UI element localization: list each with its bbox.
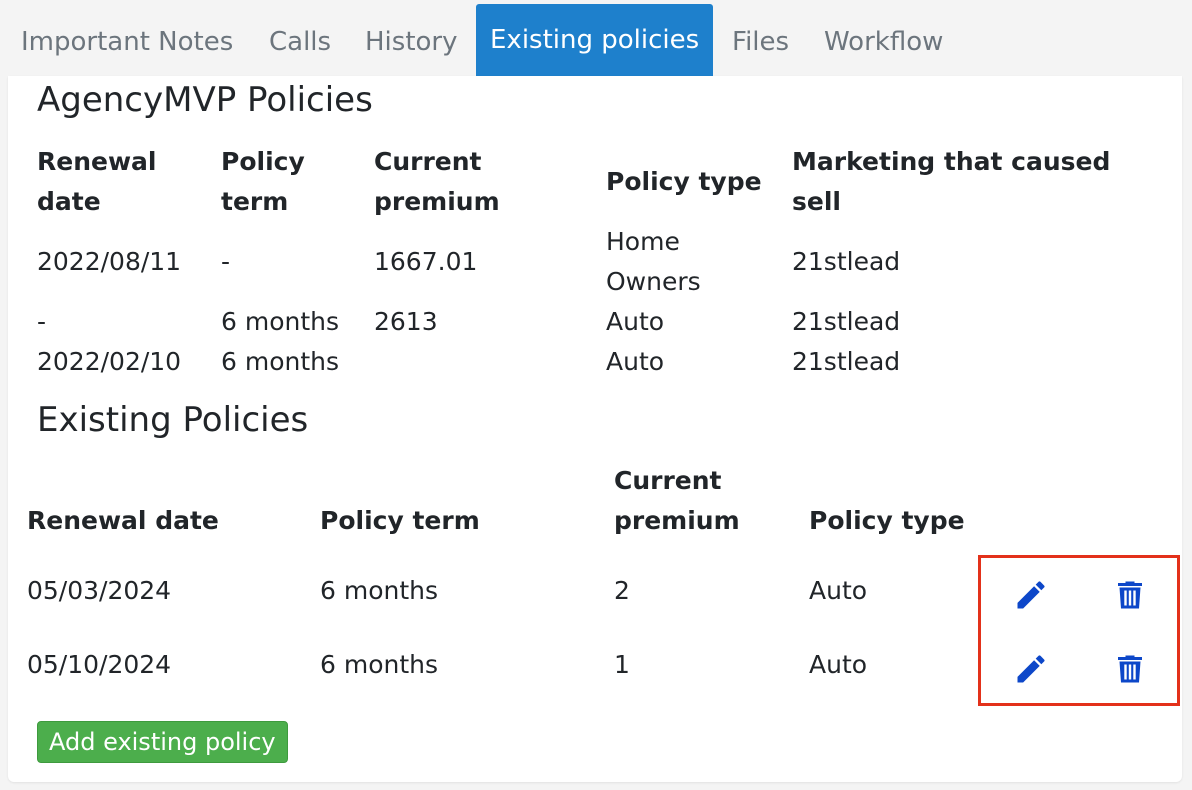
header-policy-type: Policy type bbox=[809, 506, 965, 535]
table-row-3-type: Auto bbox=[606, 347, 665, 376]
add-existing-policy-button[interactable]: Add existing policy bbox=[37, 721, 288, 763]
header-renewal-date: Renewal bbox=[37, 147, 157, 176]
table-row-1-type-line2: Owners bbox=[606, 267, 701, 296]
table-row-2-type: Auto bbox=[606, 307, 665, 336]
header-policy-term: Policy term bbox=[320, 506, 480, 535]
table-row-2-renewal: - bbox=[37, 307, 47, 336]
header-current-premium-line2: premium bbox=[374, 187, 500, 216]
trash-icon[interactable] bbox=[1112, 577, 1148, 613]
trash-icon[interactable] bbox=[1112, 651, 1148, 687]
table-row-1-premium: 2 bbox=[614, 576, 630, 605]
header-current-premium: Current bbox=[614, 466, 722, 495]
table-row-2-term: 6 months bbox=[320, 650, 439, 679]
header-renewal-date: Renewal date bbox=[27, 506, 219, 535]
pencil-icon[interactable] bbox=[1013, 577, 1049, 613]
table-row-2-premium: 2613 bbox=[374, 307, 438, 336]
existing-policies-title: Existing Policies bbox=[37, 400, 309, 440]
table-row-2-renewal: 05/10/2024 bbox=[27, 650, 172, 679]
tab-important-notes[interactable]: Important Notes bbox=[21, 4, 233, 76]
table-row-1-renewal: 05/03/2024 bbox=[27, 576, 172, 605]
table-row-3-term: 6 months bbox=[221, 347, 340, 376]
tab-existing-policies[interactable]: Existing policies bbox=[476, 4, 714, 76]
table-row-1-term: 6 months bbox=[320, 576, 439, 605]
table-row-1-type: Home bbox=[606, 227, 680, 256]
table-row-1-marketing: 21stlead bbox=[792, 247, 901, 276]
header-current-premium-line2: premium bbox=[614, 506, 740, 535]
header-current-premium: Current bbox=[374, 147, 482, 176]
tab-files[interactable]: Files bbox=[732, 4, 789, 76]
table-row-2-marketing: 21stlead bbox=[792, 307, 901, 336]
table-row-3-marketing: 21stlead bbox=[792, 347, 901, 376]
header-policy-term: Policy bbox=[221, 147, 305, 176]
table-row-1-premium: 1667.01 bbox=[374, 247, 478, 276]
header-marketing-line2: sell bbox=[792, 187, 841, 216]
header-renewal-date-line2: date bbox=[37, 187, 101, 216]
table-row-3-renewal: 2022/02/10 bbox=[37, 347, 182, 376]
tab-bar: Important Notes Calls History Existing p… bbox=[0, 0, 1192, 76]
table-row-2-premium: 1 bbox=[614, 650, 630, 679]
table-row-1-term: - bbox=[221, 247, 231, 276]
pencil-icon[interactable] bbox=[1013, 651, 1049, 687]
table-row-2-term: 6 months bbox=[221, 307, 340, 336]
table-row-1-renewal: 2022/08/11 bbox=[37, 247, 182, 276]
tab-history[interactable]: History bbox=[365, 4, 458, 76]
agency-policies-title: AgencyMVP Policies bbox=[37, 80, 373, 120]
tab-calls[interactable]: Calls bbox=[269, 4, 331, 76]
header-marketing: Marketing that caused bbox=[792, 147, 1111, 176]
header-policy-term-line2: term bbox=[221, 187, 289, 216]
table-row-1-type: Auto bbox=[809, 576, 868, 605]
tab-workflow[interactable]: Workflow bbox=[824, 4, 943, 76]
table-row-2-type: Auto bbox=[809, 650, 868, 679]
header-policy-type: Policy type bbox=[606, 167, 762, 196]
